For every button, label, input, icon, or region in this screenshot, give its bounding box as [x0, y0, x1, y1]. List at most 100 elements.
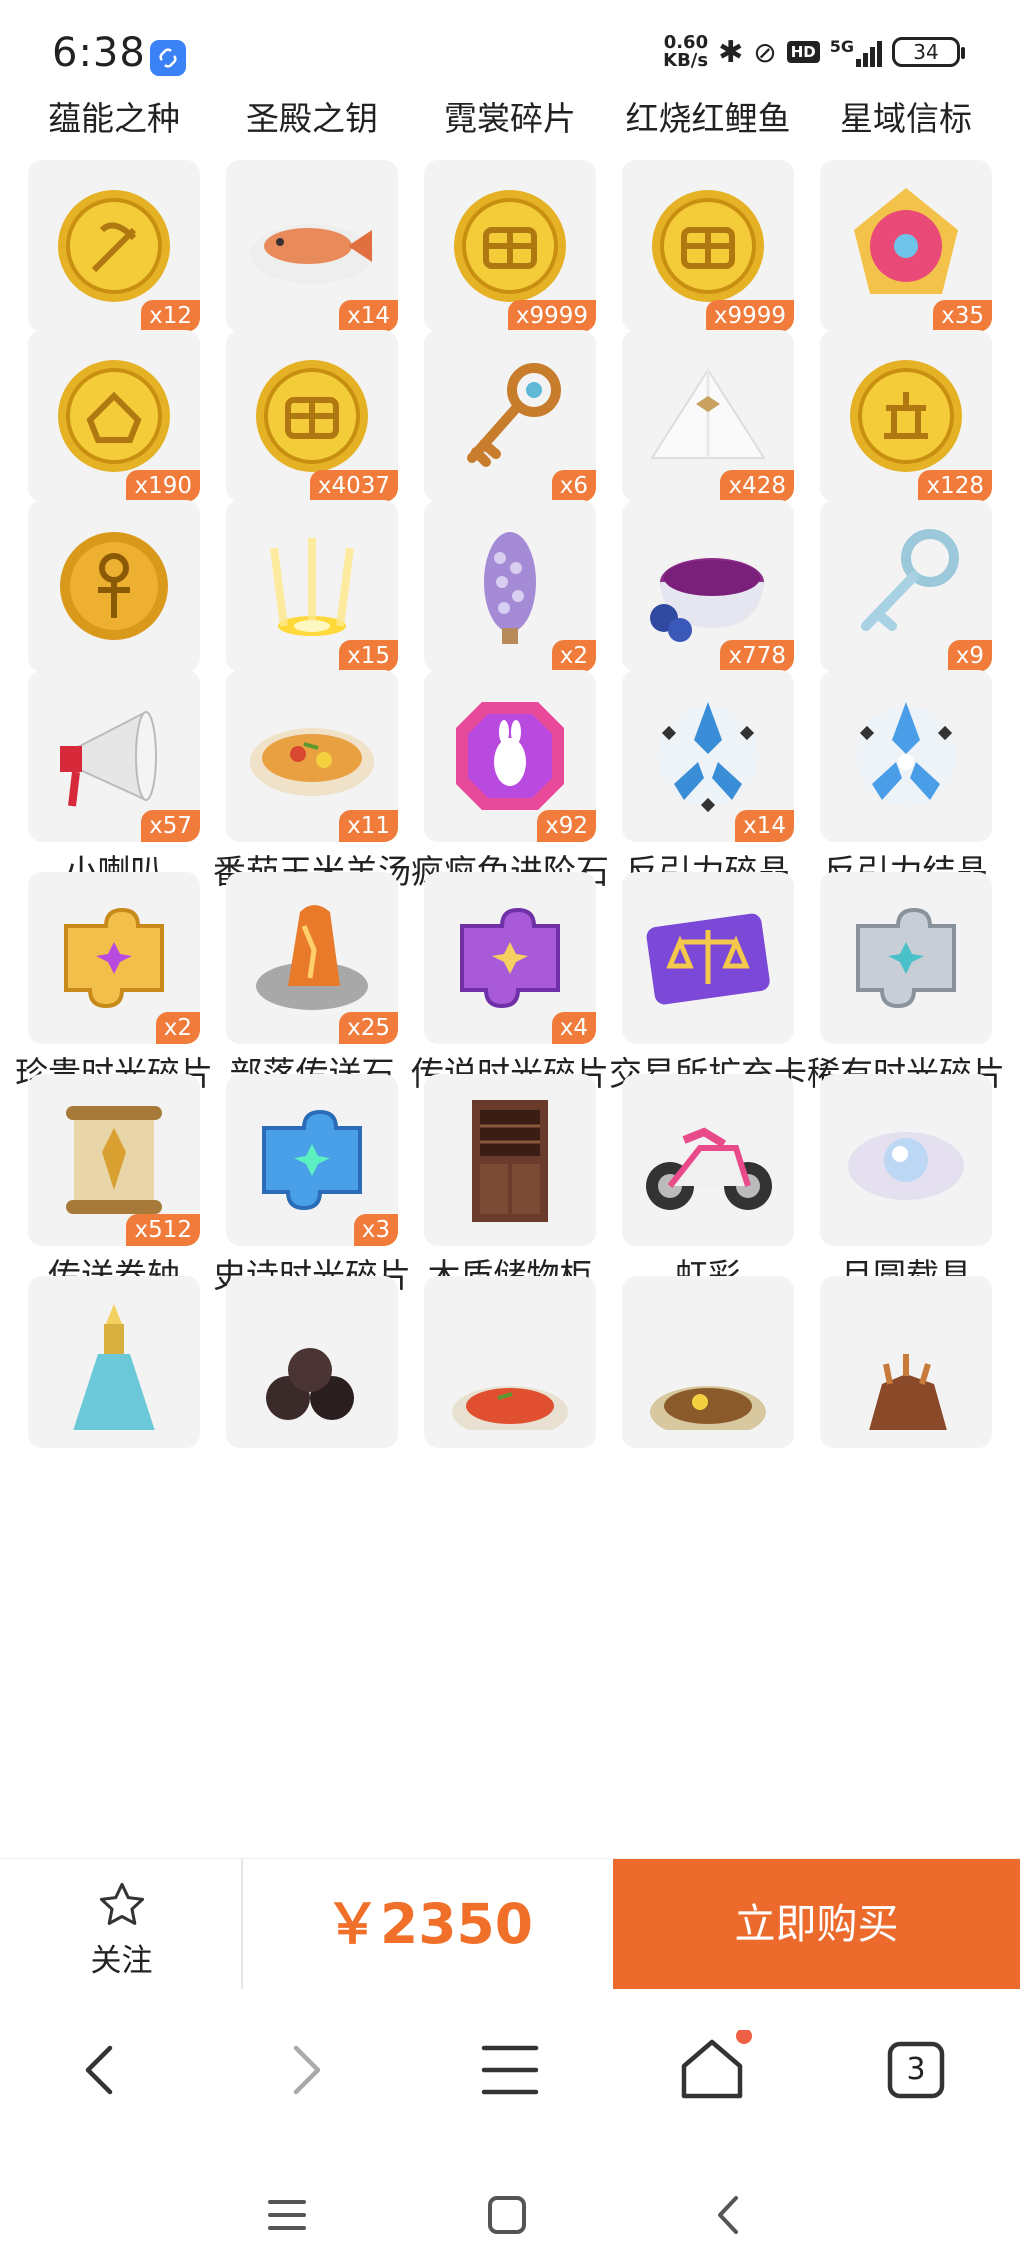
teleport-stone-icon	[256, 905, 368, 1010]
menu-button[interactable]	[470, 2030, 550, 2110]
back-arrow-icon	[718, 2196, 738, 2234]
item-thumbnail: x9	[820, 500, 992, 672]
app-notification-icon	[150, 40, 186, 76]
item-thumbnail: x2	[28, 872, 200, 1044]
bronze-key-icon	[467, 363, 561, 467]
quantity-badge: x190	[126, 470, 200, 502]
potion-icon	[73, 1304, 155, 1430]
gold-coin-home-icon	[58, 360, 170, 472]
signal-icon: 5G	[830, 37, 882, 67]
gold-coin-garden-icon	[850, 360, 962, 472]
stew-icon	[650, 1386, 766, 1430]
quantity-badge: x14	[735, 810, 794, 842]
item-thumbnail	[820, 1276, 992, 1448]
silver-key-icon	[861, 529, 959, 631]
quantity-badge: x128	[918, 470, 992, 502]
quantity-badge: x778	[720, 640, 794, 672]
status-bar: 6:38 0.60 KB/s ✱ ⊘ HD 5G 34	[0, 0, 1020, 100]
megaphone-icon	[60, 710, 157, 807]
item-thumbnail	[622, 1074, 794, 1246]
item-thumbnail: x11	[226, 670, 398, 842]
item-thumbnail: x512	[28, 1074, 200, 1246]
hamburger-icon	[268, 2200, 306, 2230]
gold-coin-chest-icon	[256, 360, 368, 472]
gold-coin-chest-icon	[652, 190, 764, 302]
item-name: 蕴能之种	[48, 99, 180, 138]
quantity-badge: x15	[339, 640, 398, 672]
item-thumbnail	[820, 670, 992, 842]
item-thumbnail	[820, 1074, 992, 1246]
item-thumbnail: x14	[622, 670, 794, 842]
item-thumbnail	[28, 500, 200, 672]
item-thumbnail: x92	[424, 670, 596, 842]
quantity-badge: x2	[155, 1012, 200, 1044]
antigravity-shard-icon	[658, 702, 758, 813]
quantity-badge: x4037	[309, 470, 398, 502]
item-thumbnail	[424, 1276, 596, 1448]
quantity-badge: x4	[551, 1012, 596, 1044]
menu-icon	[481, 2045, 539, 2095]
quantity-badge: x9999	[705, 300, 794, 332]
chevron-left-icon	[85, 2045, 113, 2095]
item-thumbnail: x6	[424, 330, 596, 502]
item-thumbnail	[28, 1276, 200, 1448]
gold-coin-bow-icon	[58, 190, 170, 302]
item-thumbnail	[622, 872, 794, 1044]
quantity-badge: x12	[141, 300, 200, 332]
item-thumbnail: x428	[622, 330, 794, 502]
price: ￥2350	[324, 1892, 534, 1956]
silver-puzzle-icon	[856, 907, 956, 1009]
antigravity-crystal-icon	[856, 702, 956, 806]
previous-row-names: 蕴能之种 圣殿之钥 霓裳碎片 红烧红鲤鱼 星域信标	[0, 92, 1020, 142]
recent-apps-button[interactable]	[262, 2190, 312, 2240]
quantity-badge: x25	[339, 1012, 398, 1044]
hd-icon: HD	[786, 41, 820, 63]
bluetooth-icon: ✱	[718, 34, 744, 70]
scale-card-icon	[646, 913, 770, 1005]
steamed-fish-icon	[250, 224, 374, 284]
wooden-cabinet-icon	[472, 1100, 548, 1222]
purchase-bar: 关注 ￥2350 立即购买	[0, 1858, 1020, 1989]
tabs-button[interactable]: 3	[876, 2030, 956, 2110]
back-button[interactable]	[60, 2030, 140, 2110]
system-indicators: 0.60 KB/s ✱ ⊘ HD 5G 34	[663, 32, 965, 71]
net-speed: 0.60 KB/s	[663, 32, 709, 71]
rabbit-gem-icon	[456, 702, 564, 810]
item-name: 圣殿之钥	[246, 99, 378, 138]
quantity-badge: x57	[141, 810, 200, 842]
back-system-button[interactable]	[704, 2190, 754, 2240]
item-thumbnail: x128	[820, 330, 992, 502]
item-thumbnail: x12	[28, 160, 200, 332]
home-system-button[interactable]	[482, 2190, 532, 2240]
ankh-coin-icon	[60, 532, 168, 640]
blueberry-tea-icon	[650, 558, 764, 642]
gold-puzzle-icon	[64, 907, 164, 1009]
clock: 6:38	[52, 30, 146, 76]
item-thumbnail: x4	[424, 872, 596, 1044]
home-button[interactable]	[672, 2028, 752, 2110]
scroll-icon	[66, 1106, 162, 1214]
buy-now-button[interactable]: 立即购买	[613, 1859, 1020, 1989]
item-thumbnail	[424, 1074, 596, 1246]
forward-button[interactable]	[266, 2030, 346, 2110]
square-icon	[488, 2196, 526, 2234]
flower-badge-icon	[854, 188, 958, 294]
soul-light-icon	[270, 538, 354, 636]
quantity-badge: x6	[551, 470, 596, 502]
item-thumbnail: x2	[424, 500, 596, 672]
quantity-badge: x92	[537, 810, 596, 842]
home-icon	[681, 2028, 752, 2099]
item-name: 霓裳碎片	[444, 99, 576, 138]
item-thumbnail	[820, 872, 992, 1044]
item-name: 红烧红鲤鱼	[625, 99, 791, 138]
quantity-badge: x35	[933, 300, 992, 332]
quantity-badge: x2	[551, 640, 596, 672]
system-nav-bar	[0, 2160, 1020, 2267]
dragon-icon	[869, 1354, 947, 1430]
white-pyramid-icon	[650, 368, 766, 459]
item-thumbnail	[622, 1276, 794, 1448]
item-thumbnail: x15	[226, 500, 398, 672]
motorcycle-icon	[646, 1127, 772, 1210]
follow-button[interactable]: 关注	[0, 1859, 243, 1989]
soup-bowl-icon	[250, 728, 374, 796]
